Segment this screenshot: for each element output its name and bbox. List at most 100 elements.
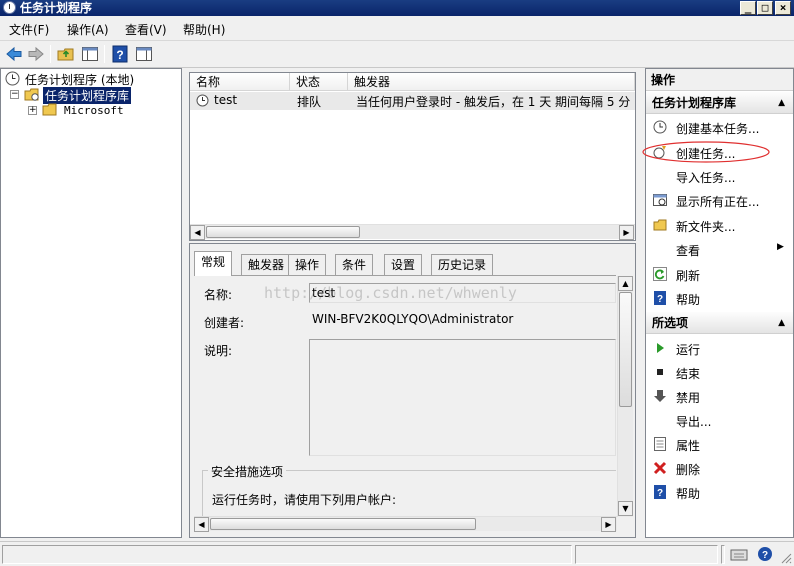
tab-history[interactable]: 历史记录	[431, 254, 494, 275]
action-export[interactable]: 导出...	[676, 413, 711, 430]
status-cell-secondary	[575, 545, 718, 564]
action-create-basic-task[interactable]: 创建基本任务...	[676, 120, 759, 137]
task-library-folder-icon	[24, 88, 39, 101]
scroll-right-arrow-icon[interactable]: ▶	[619, 225, 634, 240]
action-help-selected[interactable]: 帮助	[676, 485, 700, 502]
description-label: 说明:	[204, 344, 233, 358]
help-icon: ?	[654, 485, 666, 499]
column-header-name[interactable]: 名称	[190, 73, 290, 91]
svg-text:?: ?	[762, 550, 768, 561]
action-help[interactable]: 帮助	[676, 291, 700, 308]
create-basic-task-icon	[653, 120, 667, 134]
column-header-status[interactable]: 状态	[290, 73, 348, 91]
general-tab-content: 名称: test 创建者: WIN-BFV2K0QLYQO\Administra…	[194, 275, 616, 520]
svg-text:?: ?	[657, 488, 663, 499]
new-folder-icon	[653, 219, 667, 231]
watermark-text: http://blog.csdn.net/whwenly	[264, 284, 517, 302]
svg-text:?: ?	[657, 294, 663, 305]
action-end[interactable]: 结束	[676, 365, 700, 382]
minimize-button[interactable]: _	[740, 1, 756, 15]
task-clock-icon	[196, 94, 209, 107]
action-refresh[interactable]: 刷新	[676, 267, 700, 284]
menu-help[interactable]: 帮助(H)	[183, 21, 225, 38]
section-task-library-title: 任务计划程序库	[652, 96, 737, 110]
actions-pane: 操作 任务计划程序库 ▲ 创建基本任务... 创建任务... 导入任务... 显…	[645, 68, 794, 538]
close-button[interactable]: ×	[775, 1, 791, 15]
running-tasks-icon	[653, 194, 667, 206]
column-header-trigger[interactable]: 触发器	[348, 73, 635, 91]
refresh-icon	[653, 267, 667, 281]
forward-icon[interactable]	[26, 44, 46, 64]
tree-task-library-selected[interactable]: 任务计划程序库	[43, 87, 132, 104]
tab-actions[interactable]: 操作	[288, 254, 327, 275]
task-list-hscrollbar[interactable]: ◀ ▶	[190, 224, 635, 240]
action-create-task[interactable]: 创建任务...	[676, 145, 735, 162]
action-delete[interactable]: 删除	[676, 461, 700, 478]
scroll-down-arrow-icon[interactable]: ▼	[618, 501, 633, 516]
table-row[interactable]: test 排队 当任何用户登录时 - 触发后，在 1 天 期间每隔 5 分	[190, 92, 635, 110]
up-folder-icon[interactable]	[56, 44, 76, 64]
detail-hscrollbar[interactable]: ◀ ▶	[194, 516, 617, 532]
clock-icon	[5, 71, 20, 86]
help-icon[interactable]: ?	[110, 44, 130, 64]
tree-item-microsoft[interactable]: Microsoft	[64, 104, 124, 117]
menu-action[interactable]: 操作(A)	[67, 21, 109, 38]
detail-scroll-left-arrow-icon[interactable]: ◀	[194, 517, 209, 532]
detail-scroll-right-arrow-icon[interactable]: ▶	[601, 517, 616, 532]
collapse-up-icon[interactable]: ▲	[778, 92, 785, 114]
delete-icon	[653, 461, 667, 475]
maximize-button[interactable]: □	[757, 1, 773, 15]
hscroll-thumb[interactable]	[206, 226, 360, 238]
tab-settings[interactable]: 设置	[384, 254, 423, 275]
action-new-folder[interactable]: 新文件夹...	[676, 218, 735, 235]
collapse-up-icon[interactable]: ▲	[778, 312, 785, 334]
tree-collapse-toggle[interactable]: −	[10, 90, 19, 99]
action-view[interactable]: 查看	[676, 242, 700, 259]
resize-grip-icon[interactable]	[778, 550, 792, 564]
author-value: WIN-BFV2K0QLYQO\Administrator	[312, 312, 514, 326]
menu-file[interactable]: 文件(F)	[9, 21, 49, 38]
action-import-task[interactable]: 导入任务...	[676, 169, 735, 186]
properties-icon	[654, 437, 666, 451]
back-icon[interactable]	[4, 44, 24, 64]
security-options-title: 安全措施选项	[208, 463, 287, 480]
title-bar[interactable]: 任务计划程序 _ □ ×	[0, 0, 794, 16]
tab-conditions[interactable]: 条件	[335, 254, 374, 275]
show-hide-action-pane-icon[interactable]	[134, 44, 154, 64]
name-label: 名称:	[204, 288, 233, 302]
detail-hscroll-thumb[interactable]	[210, 518, 476, 530]
menu-view[interactable]: 查看(V)	[125, 21, 167, 38]
toolbar: ?	[0, 41, 794, 68]
section-selected-item[interactable]: 所选项 ▲	[646, 312, 793, 334]
vscroll-thumb[interactable]	[619, 292, 632, 407]
scroll-up-arrow-icon[interactable]: ▲	[618, 276, 633, 291]
show-hide-tree-icon[interactable]	[80, 44, 100, 64]
scroll-left-arrow-icon[interactable]: ◀	[190, 225, 205, 240]
keyboard-icon[interactable]	[730, 546, 748, 562]
create-task-icon	[653, 146, 666, 159]
section-task-library[interactable]: 任务计划程序库 ▲	[646, 92, 793, 114]
help-circle-icon[interactable]: ?	[757, 546, 773, 562]
navigation-tree[interactable]: 任务计划程序 (本地) − 任务计划程序库 + Microsoft	[0, 68, 182, 538]
task-trigger-cell: 当任何用户登录时 - 触发后，在 1 天 期间每隔 5 分	[356, 95, 631, 109]
task-list[interactable]: 名称 状态 触发器 test 排队 当任何用户登录时 - 触发后，在 1 天 期…	[189, 72, 636, 241]
stop-icon	[657, 369, 663, 375]
detail-vscrollbar[interactable]: ▲ ▼	[617, 276, 633, 517]
status-bar: ?	[0, 541, 794, 566]
description-field[interactable]	[309, 339, 616, 456]
disable-icon	[654, 390, 666, 402]
tree-root-label[interactable]: 任务计划程序 (本地)	[25, 71, 134, 88]
run-icon	[657, 343, 664, 353]
tab-general[interactable]: 常规	[194, 251, 233, 276]
tree-expand-toggle[interactable]: +	[28, 106, 37, 115]
action-display-all-running[interactable]: 显示所有正在...	[676, 193, 759, 210]
action-disable[interactable]: 禁用	[676, 389, 700, 406]
task-detail-pane: 常规 触发器 操作 条件 设置 历史记录 名称: test 创建者: WIN-B…	[189, 243, 636, 538]
task-name-cell: test	[214, 93, 238, 107]
task-status-cell: 排队	[297, 95, 322, 109]
action-properties[interactable]: 属性	[676, 437, 700, 454]
run-as-text: 运行任务时，请使用下列用户帐户:	[212, 493, 397, 507]
pane-splitter[interactable]	[182, 68, 188, 538]
action-run[interactable]: 运行	[676, 341, 700, 358]
tab-triggers[interactable]: 触发器	[241, 254, 292, 275]
